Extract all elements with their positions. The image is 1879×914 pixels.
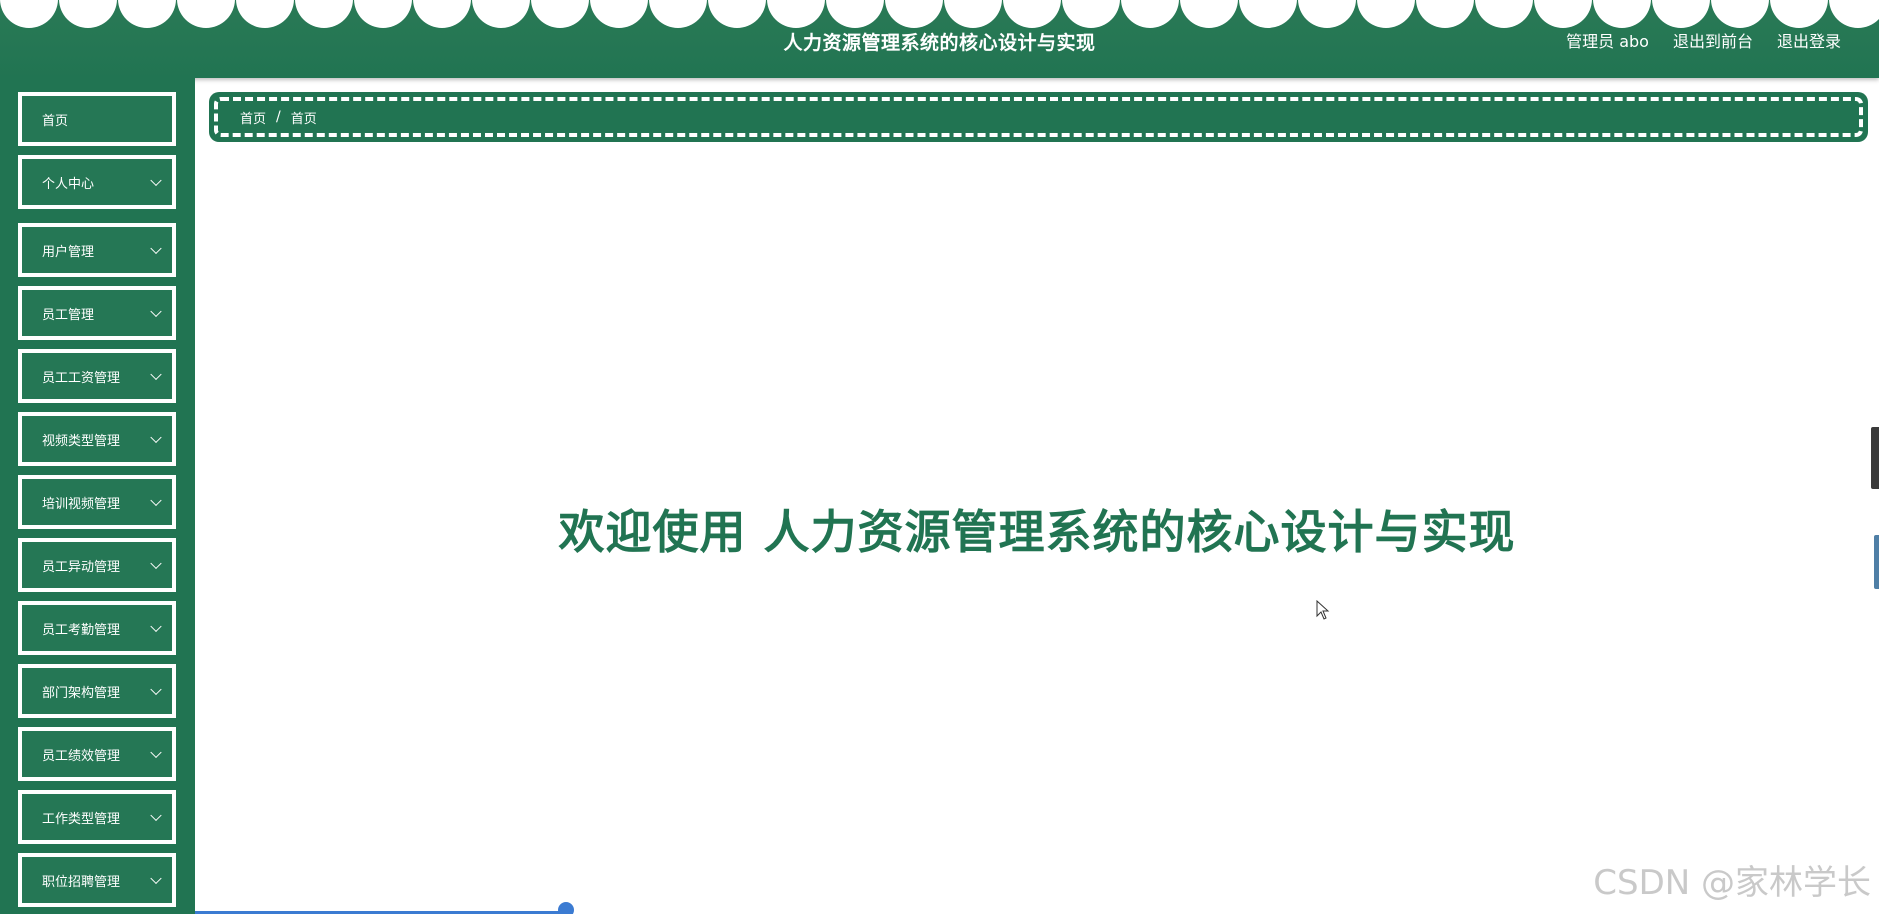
sidebar-menu: 首页 个人中心 用户管理 员工管理 员工工资管理 视频类型管理 培训视频管理 员… — [0, 78, 195, 914]
scallop-shape — [118, 0, 176, 28]
welcome-heading: 欢迎使用 人力资源管理系统的核心设计与实现 — [558, 505, 1516, 559]
exit-to-frontend-link[interactable]: 退出到前台 — [1673, 28, 1753, 52]
sidebar-item-label: 员工异动管理 — [42, 559, 121, 575]
breadcrumb: 首页 / 首页 — [209, 92, 1868, 142]
scallop-shape — [177, 0, 235, 28]
breadcrumb-separator: / — [276, 109, 281, 125]
scallop-shape — [1121, 0, 1179, 28]
sidebar-item-label: 个人中心 — [42, 176, 95, 192]
scallop-shape — [0, 0, 58, 28]
sidebar-item-label: 首页 — [42, 113, 69, 129]
sidebar-item-recruitment[interactable]: 职位招聘管理 — [18, 853, 176, 907]
scallop-shape — [1298, 0, 1356, 28]
scallop-shape — [708, 0, 766, 28]
scallop-shape — [1534, 0, 1592, 28]
chevron-down-icon — [150, 557, 162, 570]
scallop-shape — [413, 0, 471, 28]
chevron-down-icon — [150, 620, 162, 633]
sidebar-item-label: 员工考勤管理 — [42, 622, 121, 638]
chevron-down-icon — [150, 872, 162, 885]
sidebar-item-salary[interactable]: 员工工资管理 — [18, 349, 176, 403]
scallop-shape — [1239, 0, 1297, 28]
chevron-down-icon — [150, 809, 162, 822]
sidebar-item-home[interactable]: 首页 — [18, 92, 176, 146]
scallop-shape — [1711, 0, 1769, 28]
scallop-shape — [236, 0, 294, 28]
chevron-down-icon — [150, 368, 162, 381]
scallop-shape — [590, 0, 648, 28]
sidebar-item-training-videos[interactable]: 培训视频管理 — [18, 475, 176, 529]
side-panel-handle[interactable] — [1874, 535, 1879, 589]
scallop-shape — [767, 0, 825, 28]
scallop-shape — [1770, 0, 1828, 28]
scallop-shape — [354, 0, 412, 28]
sidebar-item-job-types[interactable]: 工作类型管理 — [18, 790, 176, 844]
chevron-down-icon — [150, 494, 162, 507]
chevron-down-icon — [150, 242, 162, 255]
scallop-shape — [1357, 0, 1415, 28]
scallop-shape — [885, 0, 943, 28]
header-scallop-decoration — [0, 0, 1879, 30]
sidebar-item-video-types[interactable]: 视频类型管理 — [18, 412, 176, 466]
sidebar-item-label: 部门架构管理 — [42, 685, 121, 701]
scallop-shape — [59, 0, 117, 28]
sidebar-item-employees[interactable]: 员工管理 — [18, 286, 176, 340]
chevron-down-icon — [150, 683, 162, 696]
scallop-shape — [1062, 0, 1120, 28]
sidebar-item-label: 视频类型管理 — [42, 433, 121, 449]
scallop-shape — [1593, 0, 1651, 28]
breadcrumb-item-current: 首页 — [290, 111, 317, 127]
sidebar-item-label: 员工管理 — [42, 307, 95, 323]
sidebar-item-label: 员工工资管理 — [42, 370, 121, 386]
scallop-shape — [295, 0, 353, 28]
chevron-down-icon — [150, 305, 162, 318]
mouse-pointer-icon — [1316, 600, 1330, 620]
chevron-down-icon — [150, 431, 162, 444]
csdn-watermark: CSDN @家林学长 — [1593, 863, 1871, 903]
scallop-shape — [1475, 0, 1533, 28]
scallop-shape — [472, 0, 530, 28]
sidebar-item-users[interactable]: 用户管理 — [18, 223, 176, 277]
sidebar-item-label: 职位招聘管理 — [42, 874, 121, 890]
sidebar-item-transfers[interactable]: 员工异动管理 — [18, 538, 176, 592]
sidebar-item-attendance[interactable]: 员工考勤管理 — [18, 601, 176, 655]
scallop-shape — [1652, 0, 1710, 28]
scallop-shape — [1829, 0, 1879, 28]
side-scroll-handle[interactable] — [1871, 427, 1879, 489]
scallop-shape — [1003, 0, 1061, 28]
current-user-label: 管理员 abo — [1566, 32, 1649, 51]
scrollbar-thumb[interactable] — [558, 902, 574, 914]
scallop-shape — [826, 0, 884, 28]
breadcrumb-item-home[interactable]: 首页 — [240, 108, 266, 127]
scallop-shape — [531, 0, 589, 28]
scallop-shape — [944, 0, 1002, 28]
logout-link[interactable]: 退出登录 — [1777, 28, 1841, 52]
chevron-down-icon — [150, 174, 162, 187]
chevron-down-icon — [150, 746, 162, 759]
scallop-shape — [1416, 0, 1474, 28]
scallop-shape — [1180, 0, 1238, 28]
scallop-shape — [649, 0, 707, 28]
sidebar-item-label: 工作类型管理 — [42, 811, 121, 827]
header-actions: 管理员 abo 退出到前台 退出登录 — [1566, 28, 1841, 52]
sidebar-item-label: 培训视频管理 — [42, 496, 121, 512]
sidebar-item-departments[interactable]: 部门架构管理 — [18, 664, 176, 718]
breadcrumb-inner: 首页 / 首页 — [214, 97, 1863, 137]
sidebar-item-profile[interactable]: 个人中心 — [18, 155, 176, 209]
sidebar-item-label: 用户管理 — [42, 244, 95, 260]
sidebar-item-performance[interactable]: 员工绩效管理 — [18, 727, 176, 781]
top-header: 人力资源管理系统的核心设计与实现 管理员 abo 退出到前台 退出登录 — [0, 0, 1879, 78]
sidebar-item-label: 员工绩效管理 — [42, 748, 121, 764]
